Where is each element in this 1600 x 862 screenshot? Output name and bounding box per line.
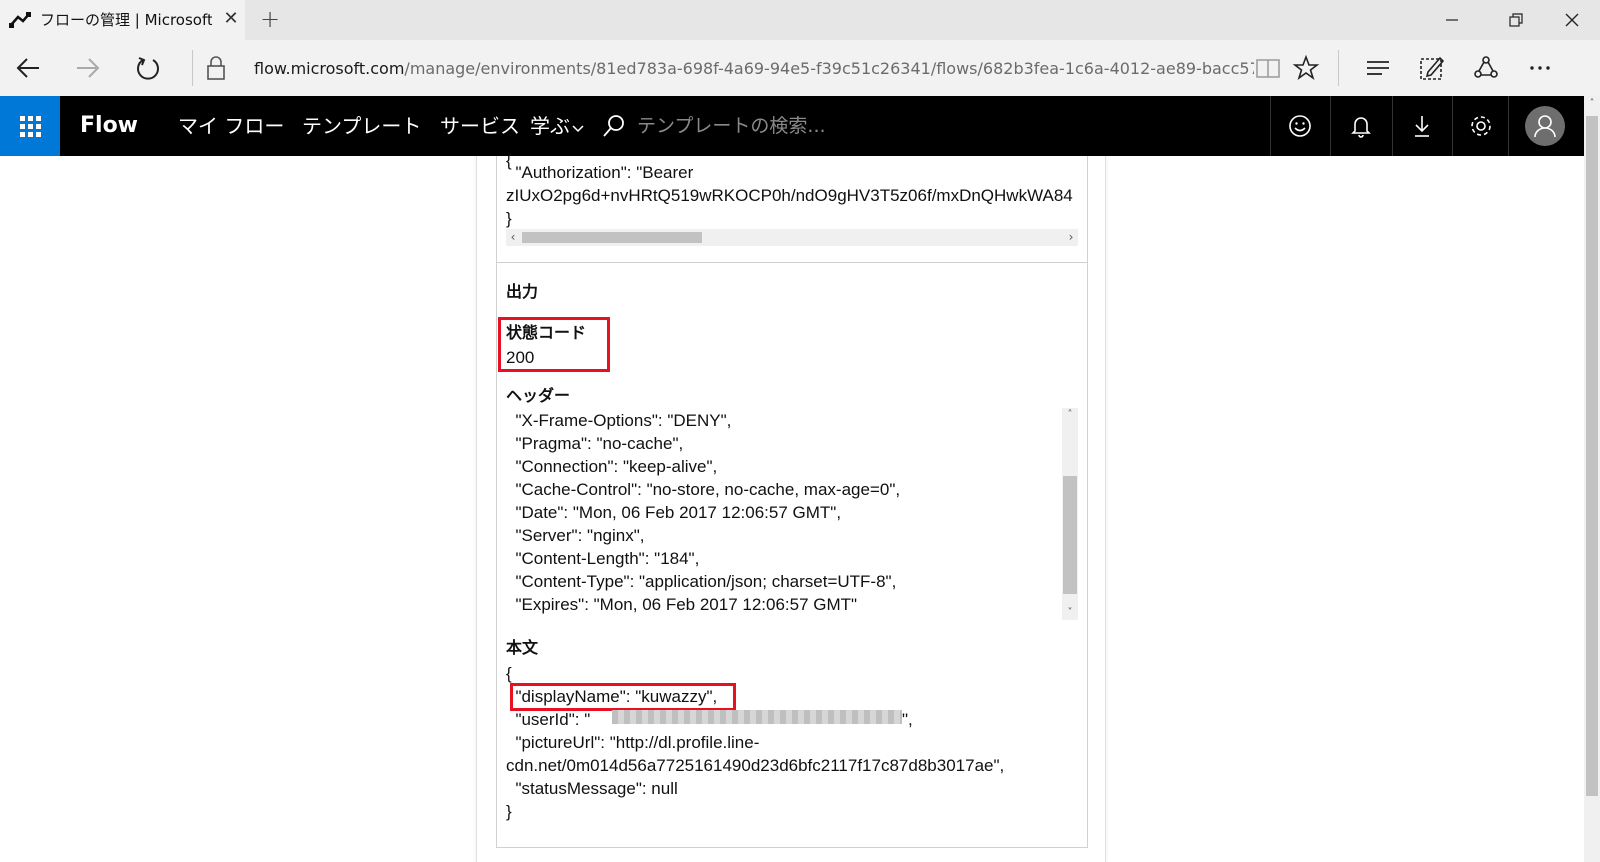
chevron-down-icon xyxy=(572,125,584,133)
header-line: "Connection": "keep-alive", xyxy=(506,457,718,476)
input-code-line: "Authorization": "Bearer xyxy=(506,163,694,182)
page-vertical-scrollbar[interactable]: ˄ xyxy=(1584,96,1600,862)
body-line: { xyxy=(506,664,512,683)
smiley-icon[interactable] xyxy=(1286,112,1314,140)
header-line: "Server": "nginx", xyxy=(506,526,645,545)
status-code-label: 状態コード xyxy=(506,323,587,342)
scroll-left-icon[interactable]: ‹ xyxy=(506,229,520,246)
header-separator xyxy=(1392,96,1393,156)
header-line: "Cache-Control": "no-store, no-cache, ma… xyxy=(506,480,901,499)
header-line: "Content-Length": "184", xyxy=(506,549,700,568)
avatar[interactable] xyxy=(1525,106,1565,146)
body-line: "statusMessage": null xyxy=(506,779,678,798)
reading-view-icon[interactable] xyxy=(1254,54,1282,82)
url-path: /manage/environments/81ed783a-698f-4a69-… xyxy=(404,59,1254,78)
redacted-user-id xyxy=(612,710,902,724)
tab-close-icon[interactable]: ✕ xyxy=(221,9,241,29)
browser-tab[interactable]: フローの管理 | Microsoft F ✕ xyxy=(0,0,245,40)
header-separator xyxy=(1330,96,1331,156)
download-icon[interactable] xyxy=(1408,112,1436,140)
header-separator xyxy=(1508,96,1509,156)
scroll-down-icon[interactable]: ˅ xyxy=(1062,606,1078,620)
scrollbar-thumb[interactable] xyxy=(1063,476,1077,594)
page-scroll-up-icon[interactable]: ˄ xyxy=(1584,96,1600,112)
web-note-icon[interactable] xyxy=(1418,54,1446,82)
more-options-icon[interactable] xyxy=(1526,54,1554,82)
body-line-display-name: "displayName": "kuwazzy", xyxy=(506,687,718,706)
share-icon[interactable] xyxy=(1472,54,1500,82)
search-icon[interactable] xyxy=(600,112,628,140)
restore-icon[interactable] xyxy=(1504,8,1528,32)
header-separator xyxy=(1270,96,1271,156)
favorite-star-icon[interactable] xyxy=(1292,54,1320,82)
flow-brand[interactable]: Flow xyxy=(80,111,138,141)
body-line: "pictureUrl": "http://dl.profile.line- xyxy=(506,733,760,752)
input-code-line: } xyxy=(506,209,512,228)
bell-icon[interactable] xyxy=(1347,112,1375,140)
address-bar[interactable]: flow.microsoft.com/manage/environments/8… xyxy=(254,58,1254,80)
output-section-title: 出力 xyxy=(506,282,539,301)
section-divider xyxy=(496,262,1088,263)
browser-tab-strip: フローの管理 | Microsoft F ✕ + xyxy=(0,0,1600,40)
body-line: cdn.net/0m014d56a7725161490d23d6bfc2117f… xyxy=(506,756,1005,775)
page-scrollbar-thumb[interactable] xyxy=(1586,116,1598,796)
status-code-value: 200 xyxy=(506,348,535,367)
window-close-icon[interactable] xyxy=(1560,8,1584,32)
forward-arrow-icon[interactable] xyxy=(74,54,102,82)
gear-icon[interactable] xyxy=(1467,112,1495,140)
body-label: 本文 xyxy=(506,638,539,657)
flow-app-header: Flow マイ フロー テンプレート サービス 学ぶ テンプレートの検索... xyxy=(0,96,1600,156)
browser-navigation-bar: flow.microsoft.com/manage/environments/8… xyxy=(0,40,1600,96)
scroll-right-icon[interactable]: › xyxy=(1064,229,1078,246)
hub-icon[interactable] xyxy=(1364,54,1392,82)
app-launcher-waffle-icon[interactable] xyxy=(0,96,60,156)
body-line-user-id: "userId": " xyxy=(506,710,591,729)
header-separator xyxy=(1452,96,1453,156)
horizontal-scrollbar[interactable]: ‹ › xyxy=(506,229,1078,246)
headers-label: ヘッダー xyxy=(506,386,571,405)
input-code-line: zIUxO2pg6d+nvHRtQ519wRKOCP0h/ndO9gHV3T5z… xyxy=(506,186,1073,205)
nav-learn-label: 学ぶ xyxy=(530,114,570,138)
header-line: "X-Frame-Options": "DENY", xyxy=(506,411,732,430)
nav-separator-2 xyxy=(1338,50,1339,86)
url-host: flow.microsoft.com xyxy=(254,59,405,78)
nav-services[interactable]: サービス xyxy=(440,111,520,141)
nav-separator xyxy=(192,50,193,86)
body-line-user-id-tail: ", xyxy=(902,710,913,729)
nav-my-flows[interactable]: マイ フロー xyxy=(178,111,284,141)
nav-templates[interactable]: テンプレート xyxy=(302,111,421,141)
header-line: "Pragma": "no-cache", xyxy=(506,434,684,453)
header-line: "Date": "Mon, 06 Feb 2017 12:06:57 GMT", xyxy=(506,503,842,522)
refresh-icon[interactable] xyxy=(134,54,162,82)
new-tab-button[interactable]: + xyxy=(258,7,282,31)
body-line: } xyxy=(506,802,512,821)
header-line: "Content-Type": "application/json; chars… xyxy=(506,572,897,591)
flow-favicon-icon xyxy=(9,12,31,28)
scroll-up-icon[interactable]: ˄ xyxy=(1062,408,1078,422)
template-search-input[interactable]: テンプレートの検索... xyxy=(637,112,826,140)
tab-title: フローの管理 | Microsoft F xyxy=(40,11,212,29)
minimize-icon[interactable] xyxy=(1440,8,1464,32)
scrollbar-thumb[interactable] xyxy=(522,232,702,243)
user-icon xyxy=(1534,115,1556,138)
nav-learn[interactable]: 学ぶ xyxy=(530,111,584,141)
header-line: "Expires": "Mon, 06 Feb 2017 12:06:57 GM… xyxy=(506,595,858,614)
headers-vertical-scrollbar[interactable]: ˄ ˅ xyxy=(1062,408,1078,620)
lock-icon[interactable] xyxy=(202,54,230,82)
back-arrow-icon[interactable] xyxy=(14,54,42,82)
